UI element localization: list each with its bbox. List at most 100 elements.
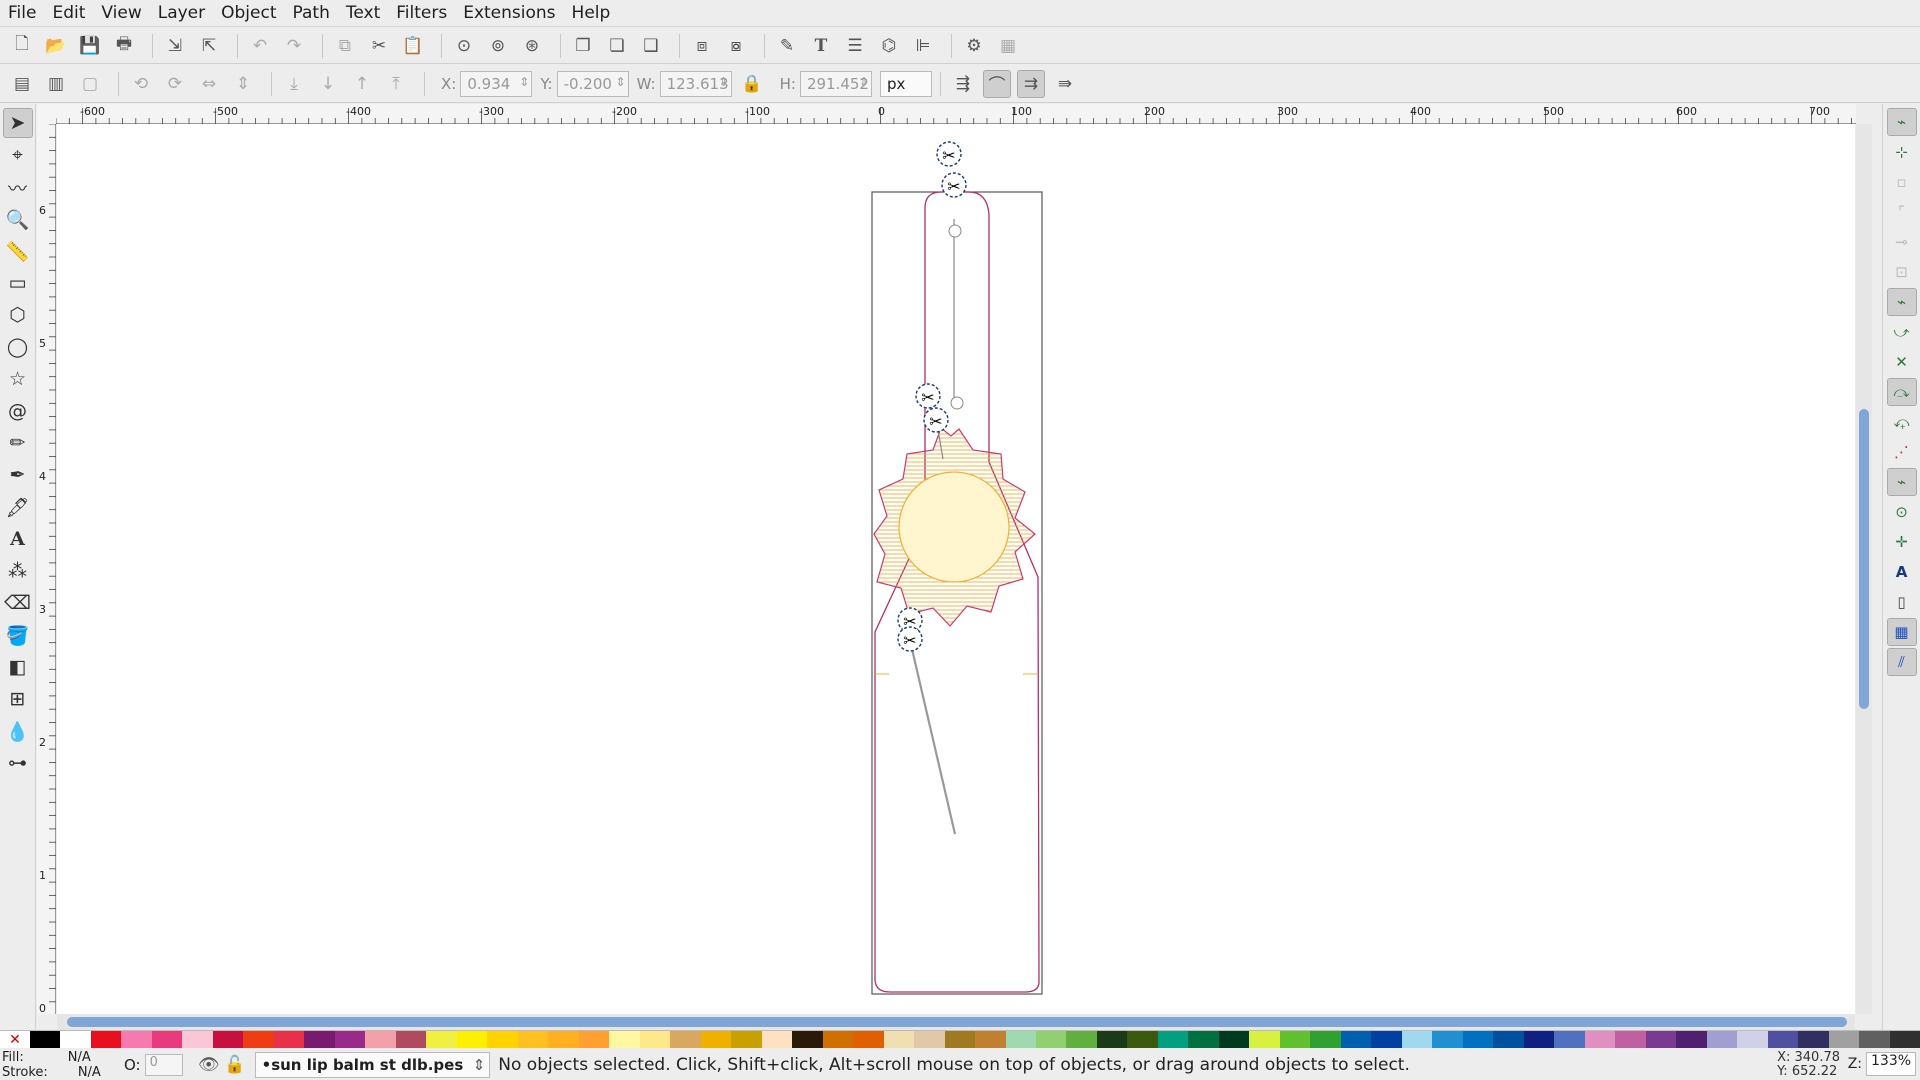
color-swatch[interactable] — [975, 1031, 1006, 1048]
fill-stroke-indicator[interactable]: Fill: N/A Stroke: N/A — [0, 1050, 120, 1080]
pen-tool-icon[interactable]: ✒ — [3, 460, 33, 490]
vertical-ruler[interactable]: 6 5 4 3 2 1 0 — [37, 123, 56, 1015]
color-swatch[interactable] — [212, 1031, 244, 1048]
color-swatch[interactable] — [243, 1031, 274, 1048]
pencil-tool-icon[interactable]: ✏ — [3, 428, 33, 458]
drawing-canvas[interactable]: ✂ ✂ ✂ ✂ ✂ ✂ — [57, 124, 1855, 1014]
xml-editor-icon[interactable]: ⌬ — [875, 32, 903, 60]
layers-icon[interactable]: ☰ — [841, 32, 869, 60]
snap-midpoint-icon[interactable]: ⋰ — [1887, 438, 1917, 466]
rect-tool-icon[interactable]: ▭ — [3, 268, 33, 298]
menu-view[interactable]: View — [101, 3, 141, 23]
cut-icon[interactable]: ✂ — [365, 32, 393, 60]
snap-guides-icon[interactable]: ⫽ — [1886, 648, 1917, 676]
color-swatch[interactable] — [1676, 1031, 1707, 1048]
color-swatch[interactable] — [395, 1031, 427, 1048]
menu-path[interactable]: Path — [293, 3, 330, 23]
color-swatch[interactable] — [1249, 1031, 1280, 1048]
color-swatch[interactable] — [1615, 1031, 1646, 1048]
calligraphy-tool-icon[interactable]: 🖋 — [3, 492, 33, 522]
menu-help[interactable]: Help — [572, 3, 611, 23]
y-input[interactable]: -0.200 — [556, 70, 629, 97]
3dbox-tool-icon[interactable]: ⬡ — [3, 300, 33, 330]
no-color-swatch[interactable]: ✕ — [0, 1031, 30, 1048]
ellipse-tool-icon[interactable]: ◯ — [3, 332, 33, 362]
color-swatch[interactable] — [1188, 1031, 1219, 1048]
color-swatch[interactable] — [60, 1031, 91, 1048]
text-tool-icon[interactable]: A — [3, 524, 33, 554]
select-tool-icon[interactable]: ➤ — [2, 108, 33, 138]
spray-tool-icon[interactable]: ⁂ — [3, 556, 33, 586]
eraser-tool-icon[interactable]: ⌫ — [3, 588, 33, 618]
open-icon[interactable]: 📂 — [42, 32, 70, 60]
copy-icon[interactable]: ⧉ — [331, 32, 359, 60]
unlink-clone-icon[interactable]: ❑ — [637, 32, 665, 60]
menu-text[interactable]: Text — [346, 3, 380, 23]
color-swatch[interactable] — [1066, 1031, 1097, 1048]
color-swatch[interactable] — [700, 1031, 732, 1048]
color-swatch[interactable] — [1767, 1031, 1799, 1048]
lower-bottom-icon[interactable]: ⤓ — [280, 70, 308, 98]
export-icon[interactable]: ⇱ — [195, 32, 223, 60]
color-swatch[interactable] — [1889, 1031, 1920, 1048]
color-swatch[interactable] — [334, 1031, 366, 1048]
snap-others-icon[interactable]: ⌁ — [1886, 468, 1917, 496]
lower-icon[interactable]: ↓ — [314, 70, 342, 98]
lock-icon[interactable]: 🔒 — [738, 70, 766, 98]
color-swatch[interactable] — [426, 1031, 457, 1048]
color-swatch[interactable] — [1432, 1031, 1463, 1048]
star-tool-icon[interactable]: ☆ — [3, 364, 33, 394]
color-swatch[interactable] — [30, 1031, 61, 1048]
snap-enable-icon[interactable]: ⌁ — [1886, 108, 1917, 136]
color-swatch[interactable] — [853, 1031, 884, 1048]
redo-icon[interactable]: ↷ — [280, 32, 308, 60]
zoom-page-icon[interactable]: ⊛ — [518, 32, 546, 60]
unit-select[interactable]: px — [879, 70, 932, 97]
scale-stroke-icon[interactable]: ⇶ — [949, 70, 977, 98]
save-icon[interactable]: 💾 — [76, 32, 104, 60]
color-swatch[interactable] — [883, 1031, 915, 1048]
align-icon[interactable]: ⊫ — [909, 32, 937, 60]
snap-bbox-corner-icon[interactable]: ⌜ — [1887, 198, 1917, 226]
dropper-tool-icon[interactable]: 💧 — [3, 716, 33, 746]
text-font-icon[interactable]: T — [807, 32, 835, 60]
x-input[interactable]: 0.934 — [460, 70, 533, 97]
snap-text-baseline-icon[interactable]: A — [1887, 558, 1917, 586]
node-tool-icon[interactable]: ⌖ — [3, 140, 33, 170]
snap-cusp-icon[interactable]: ⤼ — [1886, 378, 1917, 406]
rotate-ccw-icon[interactable]: ⟲ — [127, 70, 155, 98]
color-swatch[interactable] — [1737, 1031, 1768, 1048]
horizontal-scroll-thumb[interactable] — [67, 1017, 1847, 1027]
color-swatch[interactable] — [1584, 1031, 1616, 1048]
color-swatch[interactable] — [273, 1031, 305, 1048]
snap-nodes-icon[interactable]: ⌁ — [1886, 288, 1917, 316]
fill-stroke-icon[interactable]: ✎ — [773, 32, 801, 60]
color-swatch[interactable] — [1218, 1031, 1250, 1048]
current-layer-select[interactable]: •sun lip balm st dlb.pes — [254, 1051, 491, 1078]
color-swatch[interactable] — [365, 1031, 396, 1048]
undo-icon[interactable]: ↶ — [246, 32, 274, 60]
color-swatch[interactable] — [121, 1031, 152, 1048]
color-swatch[interactable] — [1096, 1031, 1128, 1048]
color-swatch[interactable] — [1645, 1031, 1677, 1048]
move-patterns-icon[interactable]: ⇛ — [1051, 70, 1079, 98]
menu-filters[interactable]: Filters — [396, 3, 447, 23]
gradient-tool-icon[interactable]: ◧ — [3, 652, 33, 682]
color-swatch[interactable] — [90, 1031, 122, 1048]
color-swatch[interactable] — [1310, 1031, 1341, 1048]
color-swatch[interactable] — [1493, 1031, 1524, 1048]
import-icon[interactable]: ⇲ — [161, 32, 189, 60]
color-swatch[interactable] — [304, 1031, 335, 1048]
document-props-icon[interactable]: ▦ — [994, 32, 1022, 60]
color-swatch[interactable] — [1554, 1031, 1585, 1048]
h-input[interactable]: 291.452 — [799, 70, 872, 97]
scale-corners-icon[interactable]: ⌒ — [982, 69, 1011, 98]
rotate-cw-icon[interactable]: ⟳ — [161, 70, 189, 98]
color-swatch[interactable] — [1523, 1031, 1555, 1048]
tweak-tool-icon[interactable]: 〰 — [3, 172, 33, 202]
paste-icon[interactable]: 📋 — [399, 32, 427, 60]
measure-tool-icon[interactable]: 📏 — [3, 236, 33, 266]
layer-lock-icon[interactable]: 🔓 — [224, 1051, 245, 1079]
new-document-icon[interactable]: 🗋 — [8, 32, 36, 60]
zoom-selection-icon[interactable]: ⊙ — [450, 32, 478, 60]
